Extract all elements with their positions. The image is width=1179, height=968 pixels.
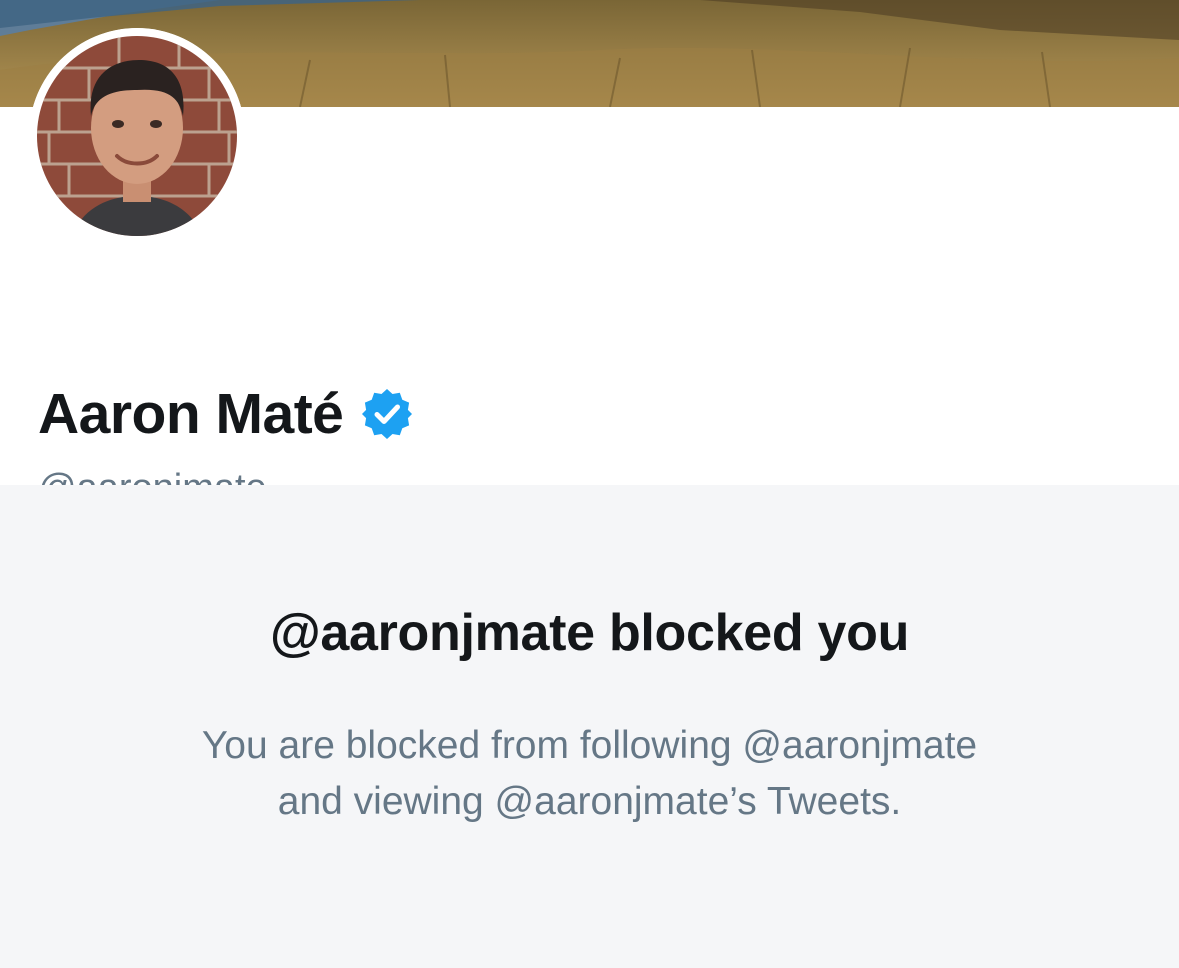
display-name: Aaron Maté — [38, 381, 344, 446]
verified-badge-icon — [359, 386, 415, 442]
blocked-message-line-2: and viewing @aaronjmate’s Tweets. — [277, 780, 902, 823]
avatar[interactable] — [29, 28, 245, 244]
display-name-row: Aaron Maté — [38, 379, 415, 449]
blocked-message-line-1: You are blocked from following @aaronjma… — [201, 724, 978, 767]
blocked-notice-panel: @aaronjmate blocked you You are blocked … — [0, 485, 1179, 968]
avatar-photo-graphic — [29, 28, 245, 244]
blocked-title: @aaronjmate blocked you — [269, 604, 910, 662]
blocked-message: You are blocked from following @aaronjma… — [100, 718, 1079, 830]
